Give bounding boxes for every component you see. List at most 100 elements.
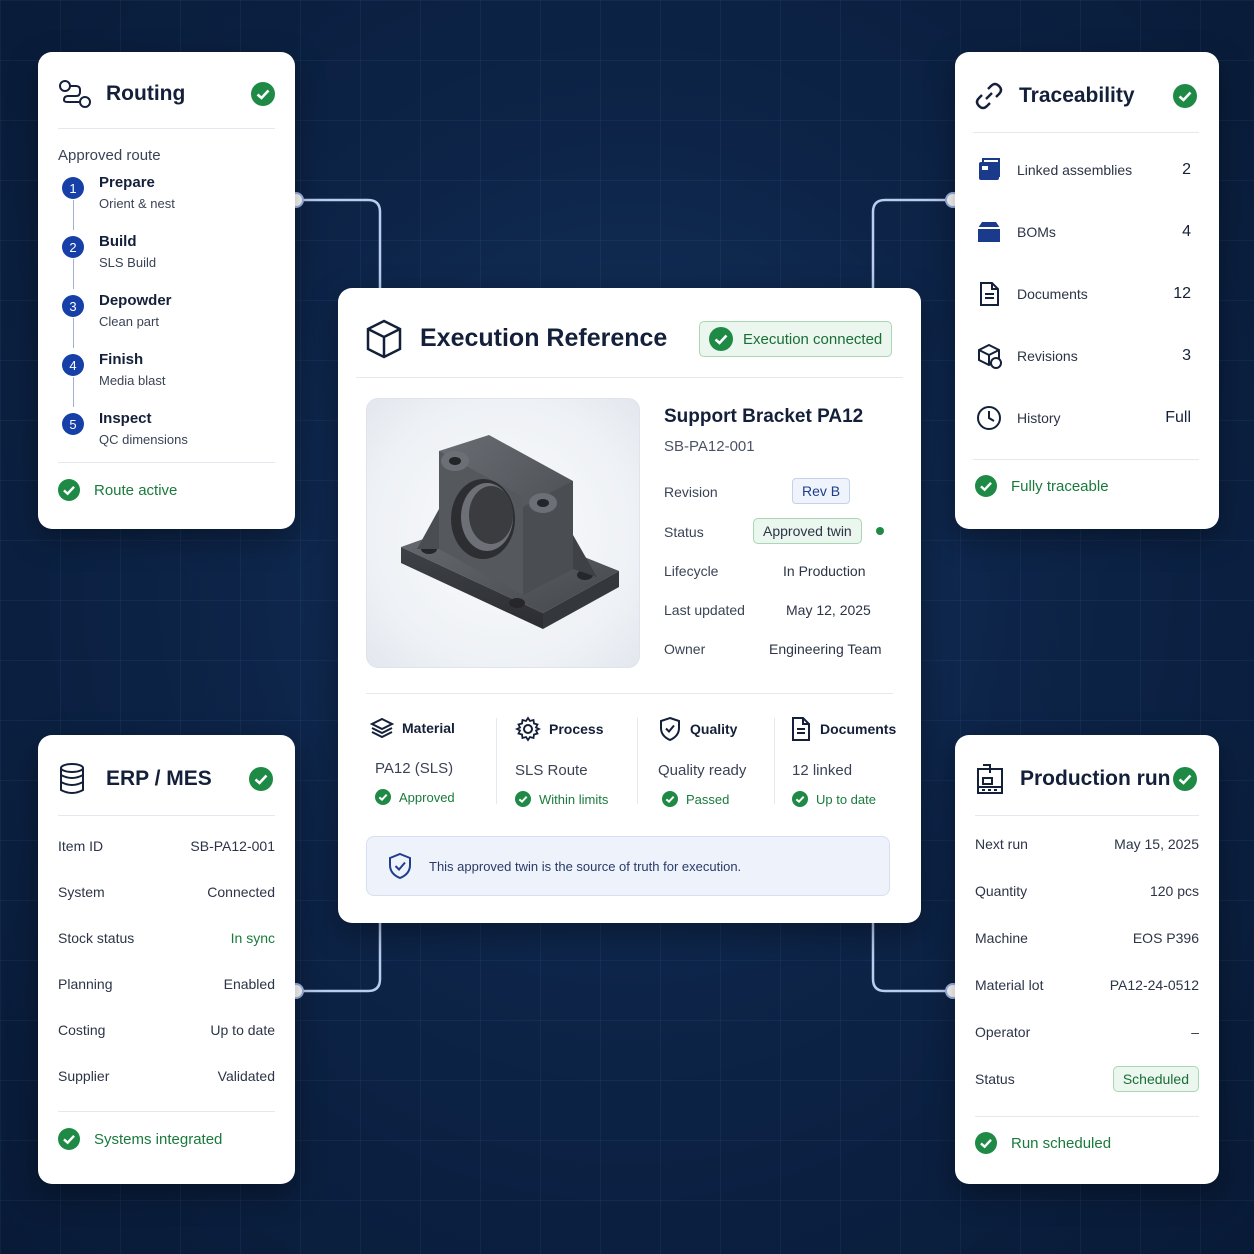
summary-value: PA12 (SLS) [375,760,454,777]
production-label: Next run [975,835,1028,852]
trace-value: 4 [1182,223,1191,240]
production-value: 120 pcs [1149,882,1199,899]
production-label: Operator [975,1023,1031,1040]
erp-value: Enabled [223,976,275,992]
trace-value: 12 [1173,285,1191,302]
gear-icon [515,716,541,742]
production-row: Operator – [975,1008,1199,1055]
part-number: SB-PA12-001 [664,438,755,455]
routing-footer-text: Route active [94,481,178,499]
revision-badge[interactable]: Rev B [792,478,851,504]
trace-row-history[interactable]: History Full [973,387,1199,449]
assembly-icon [979,158,1000,180]
route-step[interactable]: 1 Prepare Orient & nest [58,174,275,233]
step-desc: Orient & nest [99,196,175,211]
summary-status: Up to date [816,791,876,807]
check-icon [375,789,391,805]
connector-routing [296,198,382,290]
erp-row: System Connected [58,869,275,915]
product-image[interactable] [366,398,640,668]
step-name: Inspect [99,410,152,427]
trace-label: Revisions [1017,348,1078,364]
layers-icon [370,717,394,739]
trace-value: 2 [1182,161,1191,178]
erp-row: Stock status In sync [58,915,275,961]
printer-icon [977,764,1003,794]
trace-row-boms[interactable]: BOMs 4 [973,201,1199,263]
step-desc: SLS Build [99,255,157,270]
erp-label: Planning [58,976,113,992]
erp-row: Planning Enabled [58,961,275,1007]
trace-row-assemblies[interactable]: Linked assemblies 2 [973,139,1199,201]
step-name: Depowder [99,292,172,309]
traceability-card: Traceability Linked assemblies 2 BOMs 4 … [955,52,1219,529]
owner-value: Engineering Team [769,641,882,657]
connector-trace [871,198,953,290]
folder-icon [978,222,1000,242]
execution-title: Execution Reference [420,324,668,352]
route-step[interactable]: 5 Inspect QC dimensions [58,410,275,462]
production-row: Next run May 15, 2025 [975,820,1199,867]
traceability-title: Traceability [1019,84,1135,107]
summary-status: Within limits [539,791,609,807]
trace-row-revisions[interactable]: Revisions 3 [973,325,1199,387]
check-icon [1173,84,1197,108]
check-icon [975,1132,997,1154]
summary-documents[interactable]: Documents 12 linked Up to date [790,716,896,807]
check-icon [515,791,531,807]
erp-footer-text: Systems integrated [94,1130,223,1148]
summary-quality[interactable]: Quality Quality ready Passed [658,716,746,807]
routing-title: Routing [106,82,186,105]
step-number: 1 [62,177,84,199]
erp-footer: Systems integrated [58,1128,275,1150]
route-step[interactable]: 4 Finish Media blast [58,351,275,410]
step-number: 3 [62,295,84,317]
status-dot [876,527,884,535]
erp-row: Supplier Validated [58,1053,275,1099]
step-number: 5 [62,413,84,435]
connector-erp [296,923,382,993]
trace-value: Full [1165,409,1191,426]
route-subtitle: Approved route [58,147,161,164]
approved-twin-badge[interactable]: Approved twin [753,518,862,544]
erp-label: Stock status [58,930,135,946]
erp-row: Costing Up to date [58,1007,275,1053]
check-icon [58,479,80,501]
step-number: 2 [62,236,84,258]
trace-label: Documents [1017,286,1088,302]
step-number: 4 [62,354,84,376]
status-badge: Scheduled [1112,1065,1199,1092]
summary-material[interactable]: Material PA12 (SLS) Approved [370,716,455,805]
route-icon [59,80,91,108]
erp-value: SB-PA12-001 [190,838,275,854]
summary-process[interactable]: Process SLS Route Within limits [515,716,608,807]
step-desc: QC dimensions [99,432,188,447]
routing-footer: Route active [58,479,275,501]
erp-label: Supplier [58,1068,110,1084]
trace-label: Linked assemblies [1017,162,1133,178]
step-desc: Clean part [99,314,159,329]
route-step[interactable]: 3 Depowder Clean part [58,292,275,351]
production-footer: Run scheduled [975,1132,1199,1154]
lifecycle-value: In Production [783,563,866,579]
database-icon [60,763,84,794]
erp-row: Item ID SB-PA12-001 [58,823,275,869]
owner-label: Owner [664,641,706,657]
check-icon [1173,767,1197,791]
revision-label: Revision [664,484,718,500]
check-icon [251,82,275,106]
production-label: Status [975,1070,1015,1087]
summary-status: Passed [686,791,730,807]
note-text: This approved twin is the source of trut… [429,858,742,874]
check-icon [58,1128,80,1150]
trace-row-documents[interactable]: Documents 12 [973,263,1199,325]
production-row: Quantity 120 pcs [975,867,1199,914]
execution-connected-badge[interactable]: Execution connected [699,321,893,357]
check-icon [249,767,273,791]
production-row: Material lot PA12-24-0512 [975,961,1199,1008]
execution-reference-card: Execution Reference Execution connected [338,288,921,923]
route-step[interactable]: 2 Build SLS Build [58,233,275,292]
production-value: EOS P396 [1132,929,1199,946]
part-name: Support Bracket PA12 [664,406,864,427]
document-icon [980,282,999,306]
